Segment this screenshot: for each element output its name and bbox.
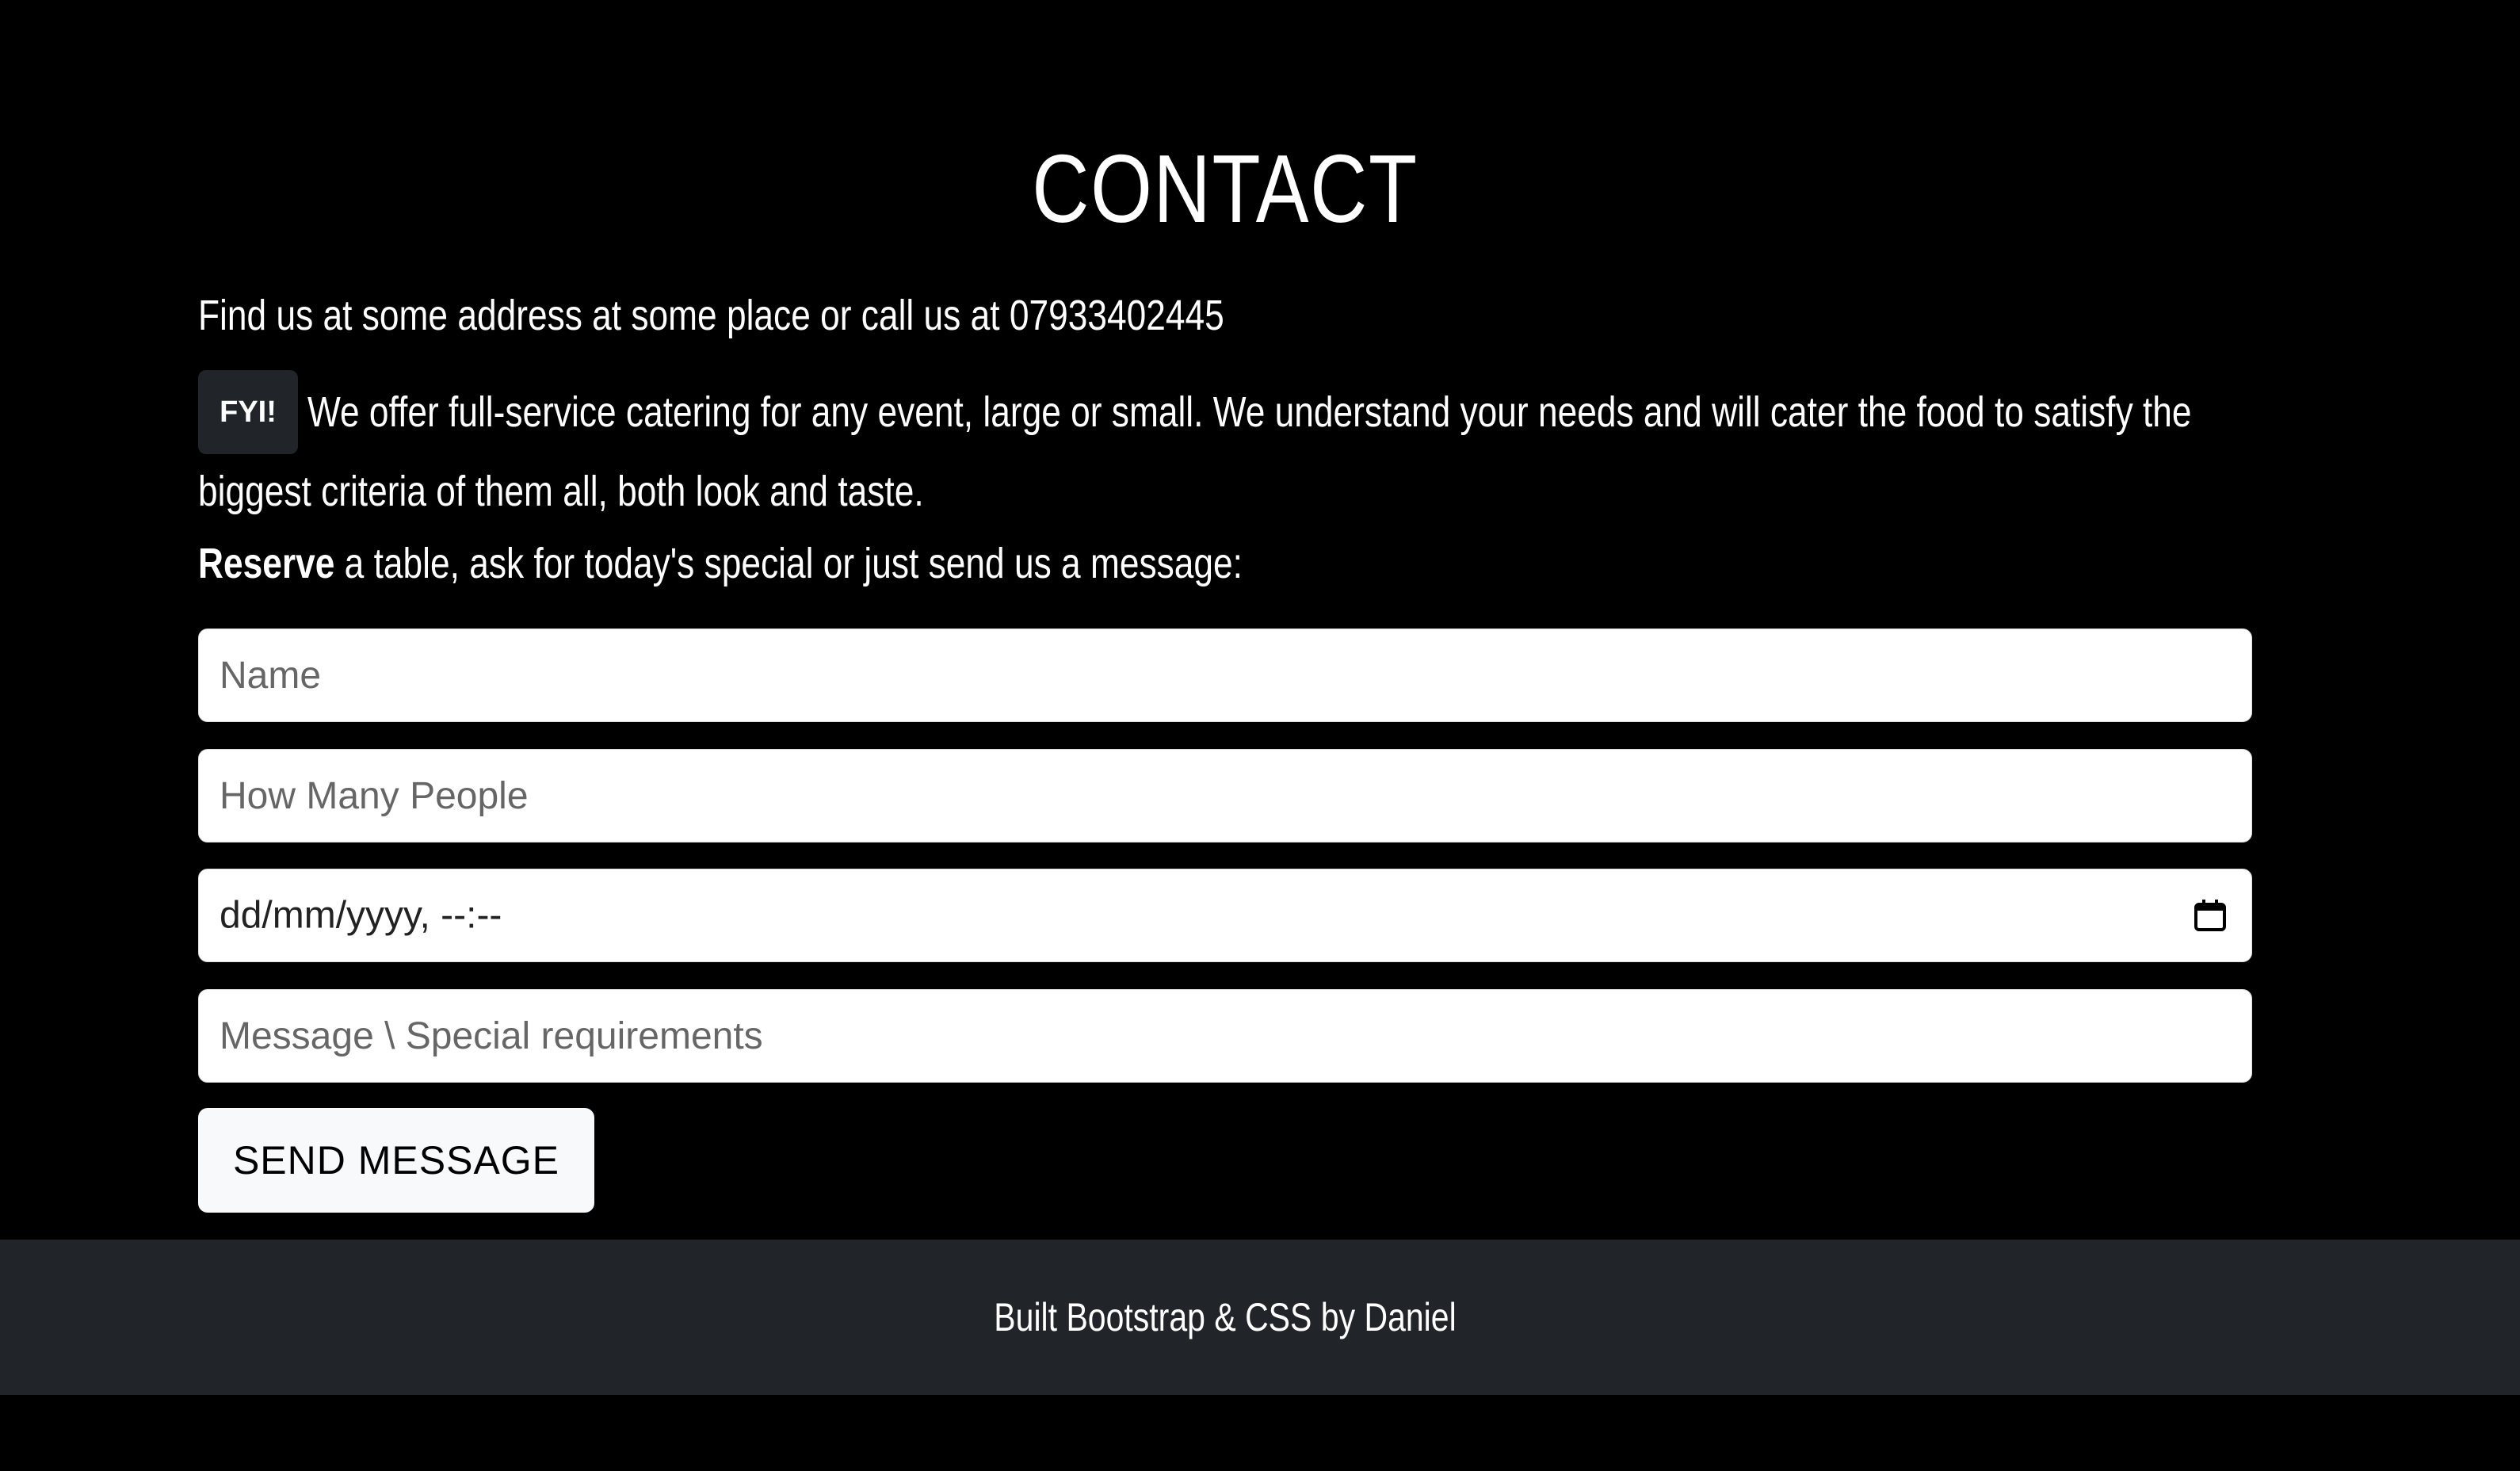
catering-section: FYI! We offer full-service catering for … (198, 370, 2252, 535)
contact-content: Find us at some address at some place or… (198, 281, 2252, 1213)
reserve-emphasis: Reserve (198, 540, 335, 587)
catering-text-line-1: We offer full-service catering for any e… (307, 388, 2192, 436)
name-field[interactable] (198, 629, 2252, 722)
footer: Built Bootstrap & CSS by Daniel (0, 1240, 2520, 1395)
reserve-rest: a table, ask for today's special or just… (334, 540, 1243, 587)
fyi-badge: FYI! (198, 370, 298, 454)
reserve-text: Reserve a table, ask for today's special… (198, 529, 1243, 598)
send-message-button[interactable]: SEND MESSAGE (198, 1108, 594, 1213)
message-input[interactable] (199, 990, 2251, 1082)
footer-text: Built Bootstrap & CSS by Daniel (994, 1295, 1457, 1339)
datetime-input[interactable]: dd/mm/yyyy, --:-- (220, 894, 502, 938)
people-field[interactable] (198, 749, 2252, 842)
catering-text-line-2: biggest criteria of them all, both look … (198, 468, 924, 515)
calendar-icon[interactable] (2191, 896, 2229, 934)
page-title: CONTACT (1032, 134, 1418, 243)
people-input[interactable] (199, 750, 2251, 842)
name-input[interactable] (199, 629, 2251, 721)
contact-page: CONTACT Find us at some address at some … (0, 0, 2520, 1471)
datetime-field[interactable]: dd/mm/yyyy, --:-- (198, 869, 2252, 962)
address-text: Find us at some address at some place or… (198, 292, 1224, 339)
message-field[interactable] (198, 989, 2252, 1083)
